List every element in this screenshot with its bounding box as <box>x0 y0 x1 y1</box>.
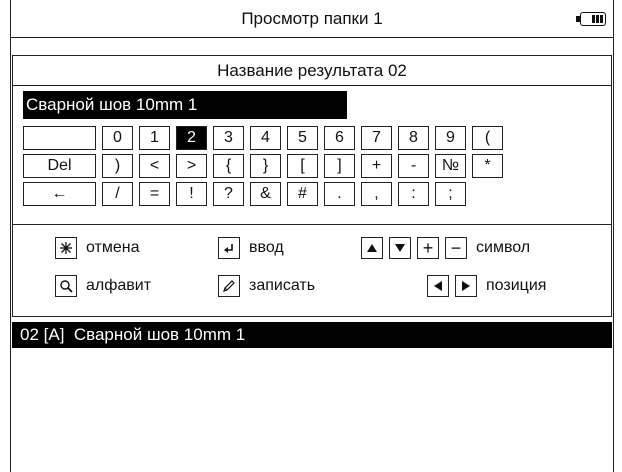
key-close-paren[interactable]: ) <box>102 154 133 178</box>
key-semicolon[interactable]: ; <box>435 182 466 206</box>
key-equals[interactable]: = <box>139 182 170 206</box>
legend-alphabet[interactable]: алфавит <box>55 274 151 298</box>
triangle-right-icon <box>455 275 477 297</box>
legend-cancel[interactable]: отмена <box>55 236 140 260</box>
keyboard-row-3: ← / = ! ? & # . , : ; <box>23 182 568 206</box>
legend-write-label: записать <box>249 277 316 294</box>
enter-arrow-icon <box>218 237 240 259</box>
triangle-down-icon <box>389 237 411 259</box>
legend-symbol-label: символ <box>476 239 531 256</box>
key-ampersand[interactable]: & <box>250 182 281 206</box>
key-minus[interactable]: - <box>398 154 429 178</box>
key-plus[interactable]: + <box>361 154 392 178</box>
key-open-brace[interactable]: { <box>213 154 244 178</box>
triangle-up-icon <box>361 237 383 259</box>
key-delete[interactable]: Del <box>23 154 96 178</box>
key-0[interactable]: 0 <box>102 126 133 150</box>
key-exclamation[interactable]: ! <box>176 182 207 206</box>
key-less-than[interactable]: < <box>139 154 170 178</box>
legend-write[interactable]: записать <box>218 274 315 298</box>
minus-icon: − <box>445 237 467 259</box>
key-7[interactable]: 7 <box>361 126 392 150</box>
key-blank[interactable] <box>23 126 96 150</box>
key-legend: отмена ввод + − символ алфавит записать … <box>13 236 611 306</box>
legend-symbol[interactable]: + − символ <box>361 236 530 260</box>
key-period[interactable]: . <box>324 182 355 206</box>
plus-icon: + <box>417 237 439 259</box>
key-8[interactable]: 8 <box>398 126 429 150</box>
dialog-title: Название результата 02 <box>13 56 611 86</box>
key-question[interactable]: ? <box>213 182 244 206</box>
result-name-input[interactable] <box>23 91 347 119</box>
keyboard-row-2: Del ) < > { } [ ] + - № * <box>23 154 568 178</box>
key-3[interactable]: 3 <box>213 126 244 150</box>
key-6[interactable]: 6 <box>324 126 355 150</box>
battery-icon <box>576 12 606 26</box>
key-greater-than[interactable]: > <box>176 154 207 178</box>
key-asterisk[interactable]: * <box>472 154 503 178</box>
pencil-icon <box>218 275 240 297</box>
window-title: Просмотр папки 1 <box>241 8 383 28</box>
key-close-bracket[interactable]: ] <box>324 154 355 178</box>
dialog-title-text: Название результата 02 <box>217 60 407 80</box>
legend-position[interactable]: позиция <box>427 274 546 298</box>
on-screen-keyboard: 0 1 2 3 4 5 6 7 8 9 ( Del ) < > { } [ ] … <box>23 126 568 210</box>
legend-enter-label: ввод <box>249 239 284 256</box>
key-colon[interactable]: : <box>398 182 429 206</box>
key-hash[interactable]: # <box>287 182 318 206</box>
legend-enter[interactable]: ввод <box>218 236 284 260</box>
magnifier-icon <box>55 275 77 297</box>
legend-alphabet-label: алфавит <box>86 277 152 294</box>
snowflake-icon <box>55 237 77 259</box>
legend-position-label: позиция <box>486 277 547 294</box>
key-2-selected[interactable]: 2 <box>176 126 207 150</box>
name-edit-dialog: Название результата 02 0 1 2 3 4 5 6 7 8… <box>12 55 612 317</box>
triangle-left-icon <box>427 275 449 297</box>
keyboard-row-1: 0 1 2 3 4 5 6 7 8 9 ( <box>23 126 568 150</box>
title-bar: Просмотр папки 1 <box>10 0 614 38</box>
result-label: 02 [A] Сварной шов 10mm 1 <box>20 325 246 344</box>
key-open-paren[interactable]: ( <box>472 126 503 150</box>
key-backspace[interactable]: ← <box>23 182 96 206</box>
divider <box>13 224 611 225</box>
key-close-brace[interactable]: } <box>250 154 281 178</box>
result-list-item-selected[interactable]: 02 [A] Сварной шов 10mm 1 <box>12 322 612 348</box>
key-9[interactable]: 9 <box>435 126 466 150</box>
key-slash[interactable]: / <box>102 182 133 206</box>
legend-cancel-label: отмена <box>86 239 140 256</box>
key-4[interactable]: 4 <box>250 126 281 150</box>
key-comma[interactable]: , <box>361 182 392 206</box>
key-5[interactable]: 5 <box>287 126 318 150</box>
key-open-bracket[interactable]: [ <box>287 154 318 178</box>
key-1[interactable]: 1 <box>139 126 170 150</box>
key-numero[interactable]: № <box>435 154 466 178</box>
